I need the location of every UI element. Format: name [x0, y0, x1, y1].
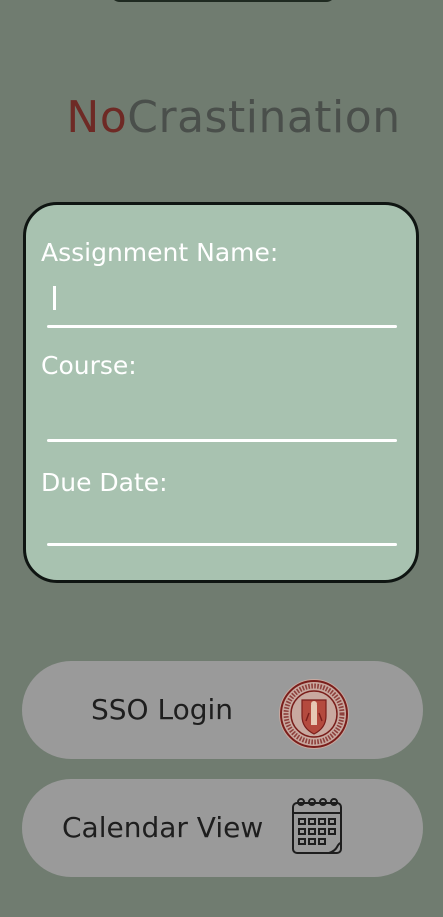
due-date-label: Due Date: — [41, 468, 168, 497]
course-label: Course: — [41, 351, 137, 380]
course-underline — [47, 439, 397, 442]
text-caret — [53, 286, 56, 310]
assignment-name-underline — [47, 325, 397, 328]
calendar-icon — [292, 798, 342, 854]
course-input[interactable] — [47, 401, 397, 435]
sso-login-button[interactable]: SSO Login — [22, 661, 423, 759]
university-seal-icon — [279, 679, 349, 749]
sso-login-label: SSO Login — [91, 693, 234, 726]
app-title-crastination: Crastination — [127, 92, 401, 143]
calendar-view-label: Calendar View — [62, 811, 264, 844]
assignment-name-input[interactable] — [47, 281, 397, 315]
due-date-input[interactable] — [47, 508, 397, 542]
calendar-view-button[interactable]: Calendar View — [22, 779, 423, 877]
app-title-no: No — [66, 92, 128, 143]
device-notch — [110, 0, 336, 2]
due-date-underline — [47, 543, 397, 546]
app-title: NoCrastination — [0, 92, 443, 143]
assignment-form-card: Assignment Name: Course: Due Date: — [23, 202, 419, 583]
assignment-name-label: Assignment Name: — [41, 238, 279, 267]
